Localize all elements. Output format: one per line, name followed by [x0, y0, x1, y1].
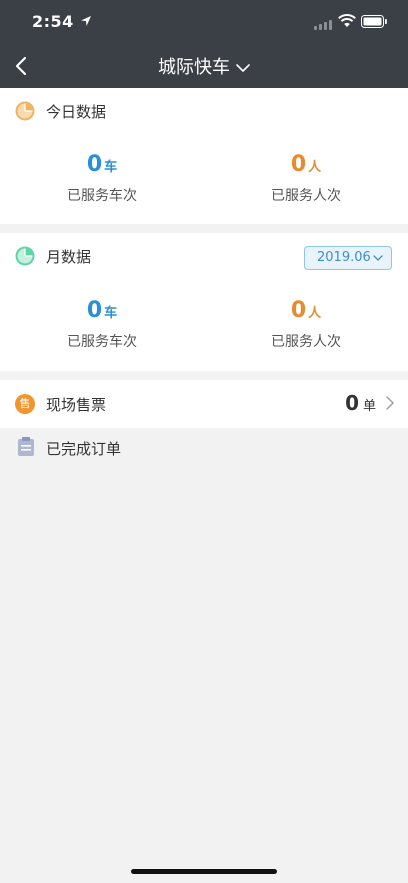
- month-people-label: 已服务人次: [271, 334, 341, 350]
- location-arrow-icon: [81, 16, 91, 26]
- today-trips-stat: 0车 已服务车次: [0, 152, 204, 205]
- status-time: 2:54: [32, 12, 74, 31]
- today-trips-value: 0: [86, 152, 103, 177]
- ticket-sales-count-value: 0: [345, 391, 359, 415]
- ticket-sales-count-unit: 单: [362, 399, 376, 414]
- month-trips-unit: 车: [104, 306, 118, 321]
- today-people-value: 0: [290, 152, 307, 177]
- today-data-title: 今日数据: [46, 103, 107, 121]
- cellular-signal-icon: [314, 20, 336, 30]
- battery-icon: [361, 15, 387, 28]
- today-people-unit: 人: [308, 160, 322, 175]
- service-type-selector[interactable]: 城际快车: [0, 53, 408, 79]
- month-people-value: 0: [290, 298, 307, 323]
- today-people-label: 已服务人次: [271, 188, 341, 204]
- ticket-sales-icon: 售: [15, 394, 35, 414]
- month-data-header: 月数据 2019.06: [0, 233, 408, 279]
- chevron-down-icon: [236, 64, 250, 72]
- month-trips-label: 已服务车次: [67, 334, 137, 350]
- chevron-right-icon: [386, 396, 394, 410]
- header: 2:54 城际快车: [0, 0, 408, 88]
- today-trips-label: 已服务车次: [67, 188, 137, 204]
- today-trips-unit: 车: [104, 160, 118, 175]
- month-data-card: 月数据 2019.06 0车 已服务车次 0人 已服务人次: [0, 233, 408, 371]
- ticket-sales-title: 现场售票: [46, 396, 107, 414]
- month-trips-value: 0: [86, 298, 103, 323]
- month-people-stat: 0人 已服务人次: [204, 298, 408, 351]
- month-picker-value: 2019.06: [317, 250, 371, 265]
- today-people-stat: 0人 已服务人次: [204, 152, 408, 205]
- completed-orders-title: 已完成订单: [46, 440, 122, 458]
- ticket-sales-count: 0单: [345, 391, 376, 415]
- home-indicator[interactable]: [131, 869, 277, 874]
- today-data-header: 今日数据: [0, 88, 408, 134]
- month-trips-stat: 0车 已服务车次: [0, 298, 204, 351]
- ticket-sales-row[interactable]: 售 现场售票 0单: [0, 380, 408, 428]
- chevron-down-icon: [373, 255, 383, 261]
- completed-orders-header: 已完成订单: [0, 428, 408, 466]
- month-picker[interactable]: 2019.06: [304, 246, 392, 270]
- month-people-unit: 人: [308, 306, 322, 321]
- today-data-card: 今日数据 0车 已服务车次 0人 已服务人次: [0, 88, 408, 224]
- status-bar: 2:54: [0, 0, 408, 44]
- clipboard-icon: [18, 437, 34, 456]
- pie-chart-icon: [15, 246, 35, 266]
- nav-bar: 城际快车: [0, 44, 408, 88]
- nav-title: 城际快车: [158, 57, 230, 78]
- month-data-title: 月数据: [46, 248, 92, 266]
- wifi-icon: [338, 14, 356, 27]
- pie-chart-icon: [15, 101, 35, 121]
